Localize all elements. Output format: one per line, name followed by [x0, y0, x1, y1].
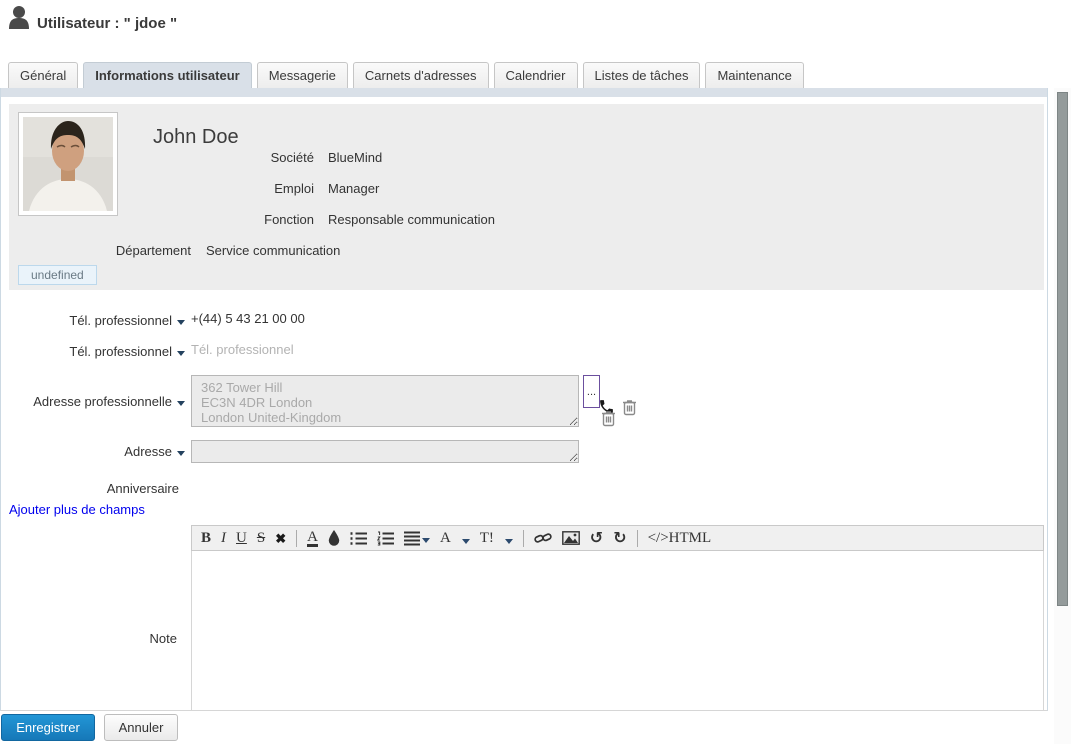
panel-top-strip [1, 88, 1047, 97]
underline-button[interactable]: U [236, 530, 247, 547]
phone2-type-dropdown[interactable]: Tél. professionnel [1, 344, 185, 359]
user-edit-page: Utilisateur : " jdoe " Général Informati… [0, 0, 1071, 744]
delete-phone-button[interactable] [621, 398, 638, 416]
html-source-button[interactable]: </>HTML [648, 530, 712, 547]
add-more-fields-link[interactable]: Ajouter plus de champs [9, 502, 145, 517]
link-icon [534, 531, 552, 545]
note-label: Note [1, 631, 177, 646]
address2-type-dropdown[interactable]: Adresse [1, 444, 185, 459]
chevron-down-icon [177, 351, 185, 356]
tab-messagerie[interactable]: Messagerie [257, 62, 348, 88]
phone1-type-dropdown[interactable]: Tél. professionnel [1, 313, 185, 328]
chevron-down-icon [505, 539, 513, 544]
address2-type-label: Adresse [124, 444, 172, 459]
strikethrough-button[interactable]: S [257, 530, 265, 547]
tab-carnets-adresses[interactable]: Carnets d'adresses [353, 62, 489, 88]
toolbar-separator [523, 530, 524, 547]
field-label-departement: Département [9, 243, 191, 258]
font-size-button[interactable]: T! [480, 530, 513, 547]
vertical-scrollbar[interactable] [1054, 88, 1071, 744]
delete-address-button[interactable] [600, 409, 617, 427]
field-value-fonction: Responsable communication [328, 212, 495, 227]
field-label-emploi: Emploi [9, 181, 314, 196]
phone2-input[interactable] [191, 342, 491, 357]
unordered-list-button[interactable] [350, 531, 367, 546]
tab-general[interactable]: Général [8, 62, 78, 88]
save-button[interactable]: Enregistrer [1, 714, 95, 741]
droplet-icon [328, 530, 340, 546]
address1-type-dropdown[interactable]: Adresse professionnelle [1, 394, 185, 409]
address1-type-label: Adresse professionnelle [33, 394, 172, 409]
font-color-button[interactable]: A [307, 530, 318, 547]
address2-textarea[interactable] [191, 440, 579, 463]
field-value-societe: BlueMind [328, 150, 382, 165]
toolbar-separator [637, 530, 638, 547]
address1-expand-button[interactable]: ... [583, 375, 600, 408]
chevron-down-icon [422, 538, 430, 543]
tab-informations-utilisateur[interactable]: Informations utilisateur [83, 62, 251, 88]
chevron-down-icon [177, 451, 185, 456]
tab-calendrier[interactable]: Calendrier [494, 62, 578, 88]
tab-content-panel: John Doe Société BlueMind Emploi Manager… [0, 88, 1048, 711]
insert-image-button[interactable] [562, 531, 580, 545]
trash-icon [600, 409, 617, 427]
tab-listes-de-taches[interactable]: Listes de tâches [583, 62, 701, 88]
undo-button[interactable]: ↺ [590, 529, 603, 547]
user-icon [8, 5, 30, 34]
field-label-fonction: Fonction [9, 212, 314, 227]
remove-format-button[interactable]: ✖ [275, 531, 286, 546]
contact-card: John Doe Société BlueMind Emploi Manager… [9, 104, 1044, 290]
italic-button[interactable]: I [221, 530, 226, 547]
chevron-down-icon [177, 401, 185, 406]
birthday-label: Anniversaire [1, 481, 179, 496]
insert-link-button[interactable] [534, 531, 552, 545]
redo-button[interactable]: ↻ [613, 529, 626, 547]
align-button[interactable] [404, 531, 430, 546]
bullet-list-icon [350, 531, 367, 546]
phone1-type-label: Tél. professionnel [69, 313, 172, 328]
numbered-list-icon [377, 531, 394, 546]
contact-name: John Doe [153, 126, 239, 149]
phone2-type-label: Tél. professionnel [69, 344, 172, 359]
page-header: Utilisateur : " jdoe " [8, 5, 177, 34]
phone1-input[interactable] [191, 311, 491, 326]
bold-button[interactable]: B [201, 530, 211, 547]
trash-icon [621, 398, 638, 416]
font-family-button[interactable]: A [440, 530, 470, 547]
ordered-list-button[interactable] [377, 531, 394, 546]
undefined-badge: undefined [18, 265, 97, 285]
page-title: Utilisateur : " jdoe " [37, 15, 177, 34]
chevron-down-icon [177, 320, 185, 325]
field-label-societe: Société [9, 150, 314, 165]
highlight-color-button[interactable] [328, 530, 340, 546]
address1-textarea[interactable]: 362 Tower Hill EC3N 4DR London London Un… [191, 375, 579, 427]
tab-bar: Général Informations utilisateur Message… [8, 62, 804, 88]
note-content-area[interactable] [191, 551, 1044, 711]
field-value-emploi: Manager [328, 181, 379, 196]
note-editor-toolbar: B I U S ✖ A [191, 525, 1044, 551]
cancel-button[interactable]: Annuler [104, 714, 178, 741]
field-value-departement: Service communication [206, 243, 340, 258]
align-icon [404, 531, 420, 546]
scrollbar-thumb[interactable] [1057, 92, 1068, 606]
toolbar-separator [296, 530, 297, 547]
note-editor: B I U S ✖ A [191, 525, 1044, 711]
image-icon [562, 531, 580, 545]
chevron-down-icon [462, 539, 470, 544]
tab-maintenance[interactable]: Maintenance [705, 62, 803, 88]
